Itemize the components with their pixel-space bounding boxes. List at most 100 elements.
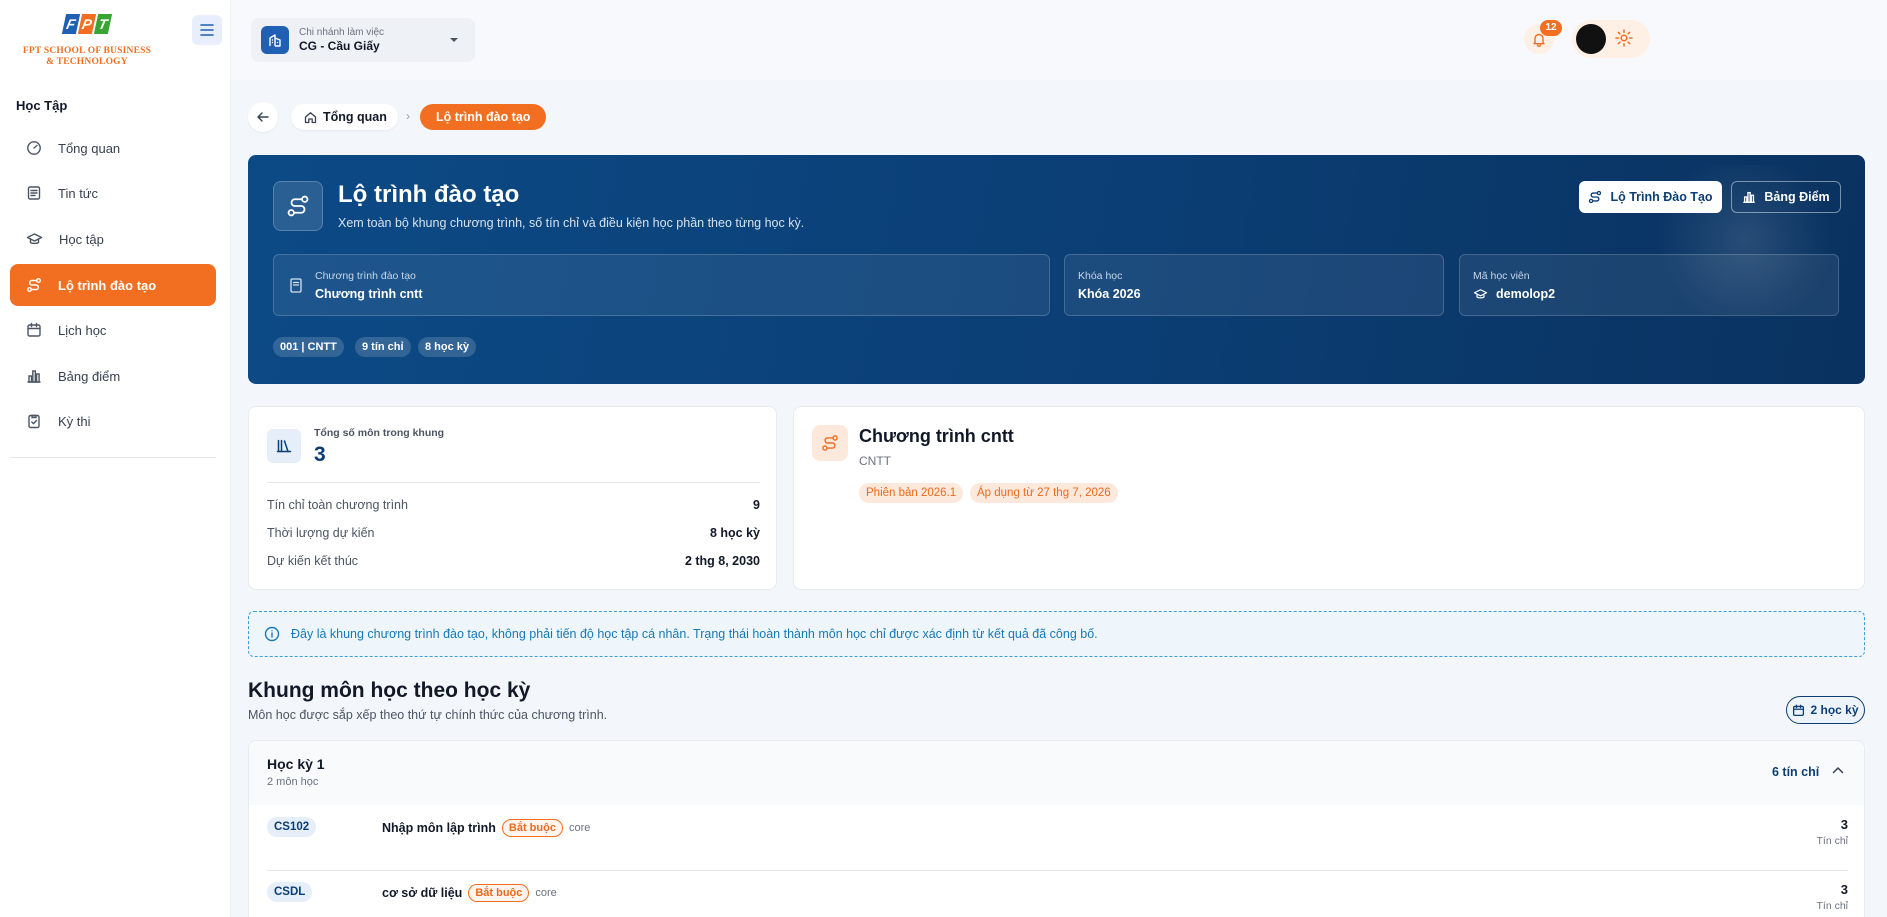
info-icon (264, 626, 280, 642)
page-title: Lộ trình đào tạo (338, 181, 520, 208)
stat-row-label: Dự kiến kết thúc (267, 554, 359, 568)
grades-button[interactable]: Bảng Điểm (1731, 181, 1841, 213)
branch-selector[interactable]: Chi nhánh làm việc CG - Cầu Giấy (251, 18, 475, 62)
book-icon (290, 278, 302, 293)
term-credits: 6 tín chỉ (1772, 765, 1820, 779)
stat-row-value: 8 học kỳ (709, 526, 760, 540)
breadcrumb-home[interactable]: Tổng quan (291, 104, 398, 130)
student-id-card: Mã học viên demolop2 (1459, 254, 1839, 316)
term-title: Học kỳ 1 (267, 756, 325, 772)
sidebar-item-label: Kỳ thi (58, 413, 91, 429)
sidebar-divider (10, 457, 216, 458)
brand-logo[interactable]: F P T FPT SCHOOL OF BUSINESS & TECHNOLOG… (18, 14, 156, 70)
semester-count-label: 2 học kỳ (1810, 703, 1859, 717)
program-code: CNTT (859, 454, 891, 468)
calendar-icon (1793, 704, 1805, 716)
graduation-cap-icon (26, 233, 43, 245)
course-type: core (535, 887, 557, 899)
button-label: Bảng Điểm (1764, 190, 1830, 204)
requirement-badge: Bắt buộc (468, 884, 530, 902)
brand-name-line1: FPT SCHOOL OF BUSINESS (22, 46, 152, 56)
student-id-label: Mã học viên (1473, 270, 1530, 282)
sidebar-item-label: Bảng điểm (58, 368, 121, 384)
program-label: Chương trình đào tạo (315, 270, 416, 282)
breadcrumb-current: Lộ trình đào tạo (420, 104, 547, 130)
sidebar-item-label: Lộ trình đào tạo (58, 277, 157, 293)
sidebar-item-exams[interactable]: Kỳ thi (10, 400, 216, 442)
sidebar-item-label: Tổng quan (58, 140, 121, 156)
program-code-tag: 001 | CNTT (273, 337, 344, 357)
avatar[interactable] (1576, 24, 1606, 54)
branch-label: Chi nhánh làm việc (299, 27, 385, 38)
stat-row-end-date: Dự kiến kết thúc 2 thg 8, 2030 (267, 554, 760, 568)
total-subjects-value: 3 (314, 443, 326, 466)
course-name: Nhập môn lập trình (382, 821, 496, 835)
course-label: Khóa học (1078, 270, 1123, 282)
sidebar-item-grades[interactable]: Bảng điểm (10, 355, 216, 397)
notification-count-badge: 12 (1540, 20, 1562, 36)
training-roadmap-button[interactable]: Lộ Trình Đào Tạo (1579, 181, 1722, 213)
course-code: CS102 (267, 817, 317, 837)
course-name-group: Nhập môn lập trình Bắt buộc core (382, 819, 590, 837)
sidebar-item-label: Học tập (59, 231, 104, 247)
student-id-value: demolop2 (1496, 287, 1556, 301)
semester-count-badge[interactable]: 2 học kỳ (1786, 696, 1865, 724)
section-title: Khung môn học theo học kỳ (248, 679, 531, 702)
program-card: Chương trình cntt CNTT Phiên bản 2026.1 … (793, 406, 1865, 590)
total-subjects-label: Tổng số môn trong khung (314, 427, 445, 439)
course-name: cơ sở dữ liệu (382, 886, 463, 900)
clipboard-check-icon (28, 414, 40, 429)
brand-name: FPT SCHOOL OF BUSINESS & TECHNOLOGY (18, 46, 156, 68)
calendar-icon (27, 322, 41, 337)
library-icon (267, 429, 301, 463)
sidebar-section-label: Học Tập (16, 98, 68, 113)
sidebar-item-label: Tin tức (58, 185, 99, 201)
stat-row-value: 2 thg 8, 2030 (684, 554, 760, 568)
course-row[interactable]: CS102 Nhập môn lập trình Bắt buộc core 3… (267, 805, 1848, 869)
route-icon (273, 181, 323, 231)
breadcrumb-separator: › (406, 109, 410, 123)
gear-icon[interactable] (1614, 28, 1634, 48)
course-info-card: Khóa học Khóa 2026 (1064, 254, 1444, 316)
arrow-left-icon (257, 112, 269, 122)
info-notice: Đây là khung chương trình đào tạo, không… (248, 611, 1865, 657)
stat-row-value: 9 (753, 498, 760, 512)
hamburger-icon (200, 24, 214, 36)
sidebar-item-overview[interactable]: Tổng quan (10, 127, 216, 169)
requirement-badge: Bắt buộc (501, 819, 563, 837)
summary-stats-card: Tổng số môn trong khung 3 Tín chỉ toàn c… (248, 406, 777, 590)
branch-value: CG - Cầu Giấy (299, 39, 380, 53)
course-row[interactable]: CSDL cơ sở dữ liệu Bắt buộc core 3 Tín c… (267, 870, 1848, 917)
page-subtitle: Xem toàn bộ khung chương trình, số tín c… (338, 216, 805, 230)
route-icon (812, 425, 848, 461)
chevron-down-icon (450, 38, 458, 42)
stat-row-credits: Tín chỉ toàn chương trình 9 (267, 498, 760, 512)
applied-date-badge: Áp dụng từ 27 thg 7, 2026 (970, 483, 1118, 503)
course-value: Khóa 2026 (1078, 287, 1141, 301)
course-type: core (568, 822, 591, 834)
sidebar: F P T FPT SCHOOL OF BUSINESS & TECHNOLOG… (0, 0, 231, 917)
course-credits-label: Tín chỉ (1816, 835, 1848, 847)
chevron-up-icon[interactable] (1832, 766, 1844, 774)
sidebar-item-study[interactable]: Học tập (10, 218, 216, 260)
program-title: Chương trình cntt (859, 426, 1014, 446)
version-badge: Phiên bản 2026.1 (859, 483, 964, 503)
back-button[interactable] (248, 102, 278, 132)
divider (267, 482, 760, 483)
graduation-cap-icon (1473, 289, 1488, 299)
bar-chart-icon (27, 370, 41, 383)
button-label: Lộ Trình Đào Tạo (1610, 190, 1713, 204)
stat-row-duration: Thời lượng dự kiến 8 học kỳ (267, 526, 760, 540)
fpt-logo-mark: F P T (61, 14, 113, 34)
sidebar-item-news[interactable]: Tin tức (10, 172, 216, 214)
course-credits-label: Tín chỉ (1816, 900, 1848, 912)
term-header[interactable]: Học kỳ 1 2 môn học 6 tín chỉ (249, 741, 1864, 805)
breadcrumb-home-label: Tổng quan (323, 110, 387, 124)
sidebar-item-training-roadmap[interactable]: Lộ trình đào tạo (10, 264, 216, 306)
term-subject-count: 2 môn học (267, 776, 319, 788)
menu-toggle-button[interactable] (192, 15, 222, 45)
sidebar-item-schedule[interactable]: Lịch học (10, 309, 216, 351)
stat-row-label: Tín chỉ toàn chương trình (267, 498, 408, 512)
course-code: CSDL (267, 882, 313, 902)
section-subtitle: Môn học được sắp xếp theo thứ tự chính t… (248, 708, 608, 722)
